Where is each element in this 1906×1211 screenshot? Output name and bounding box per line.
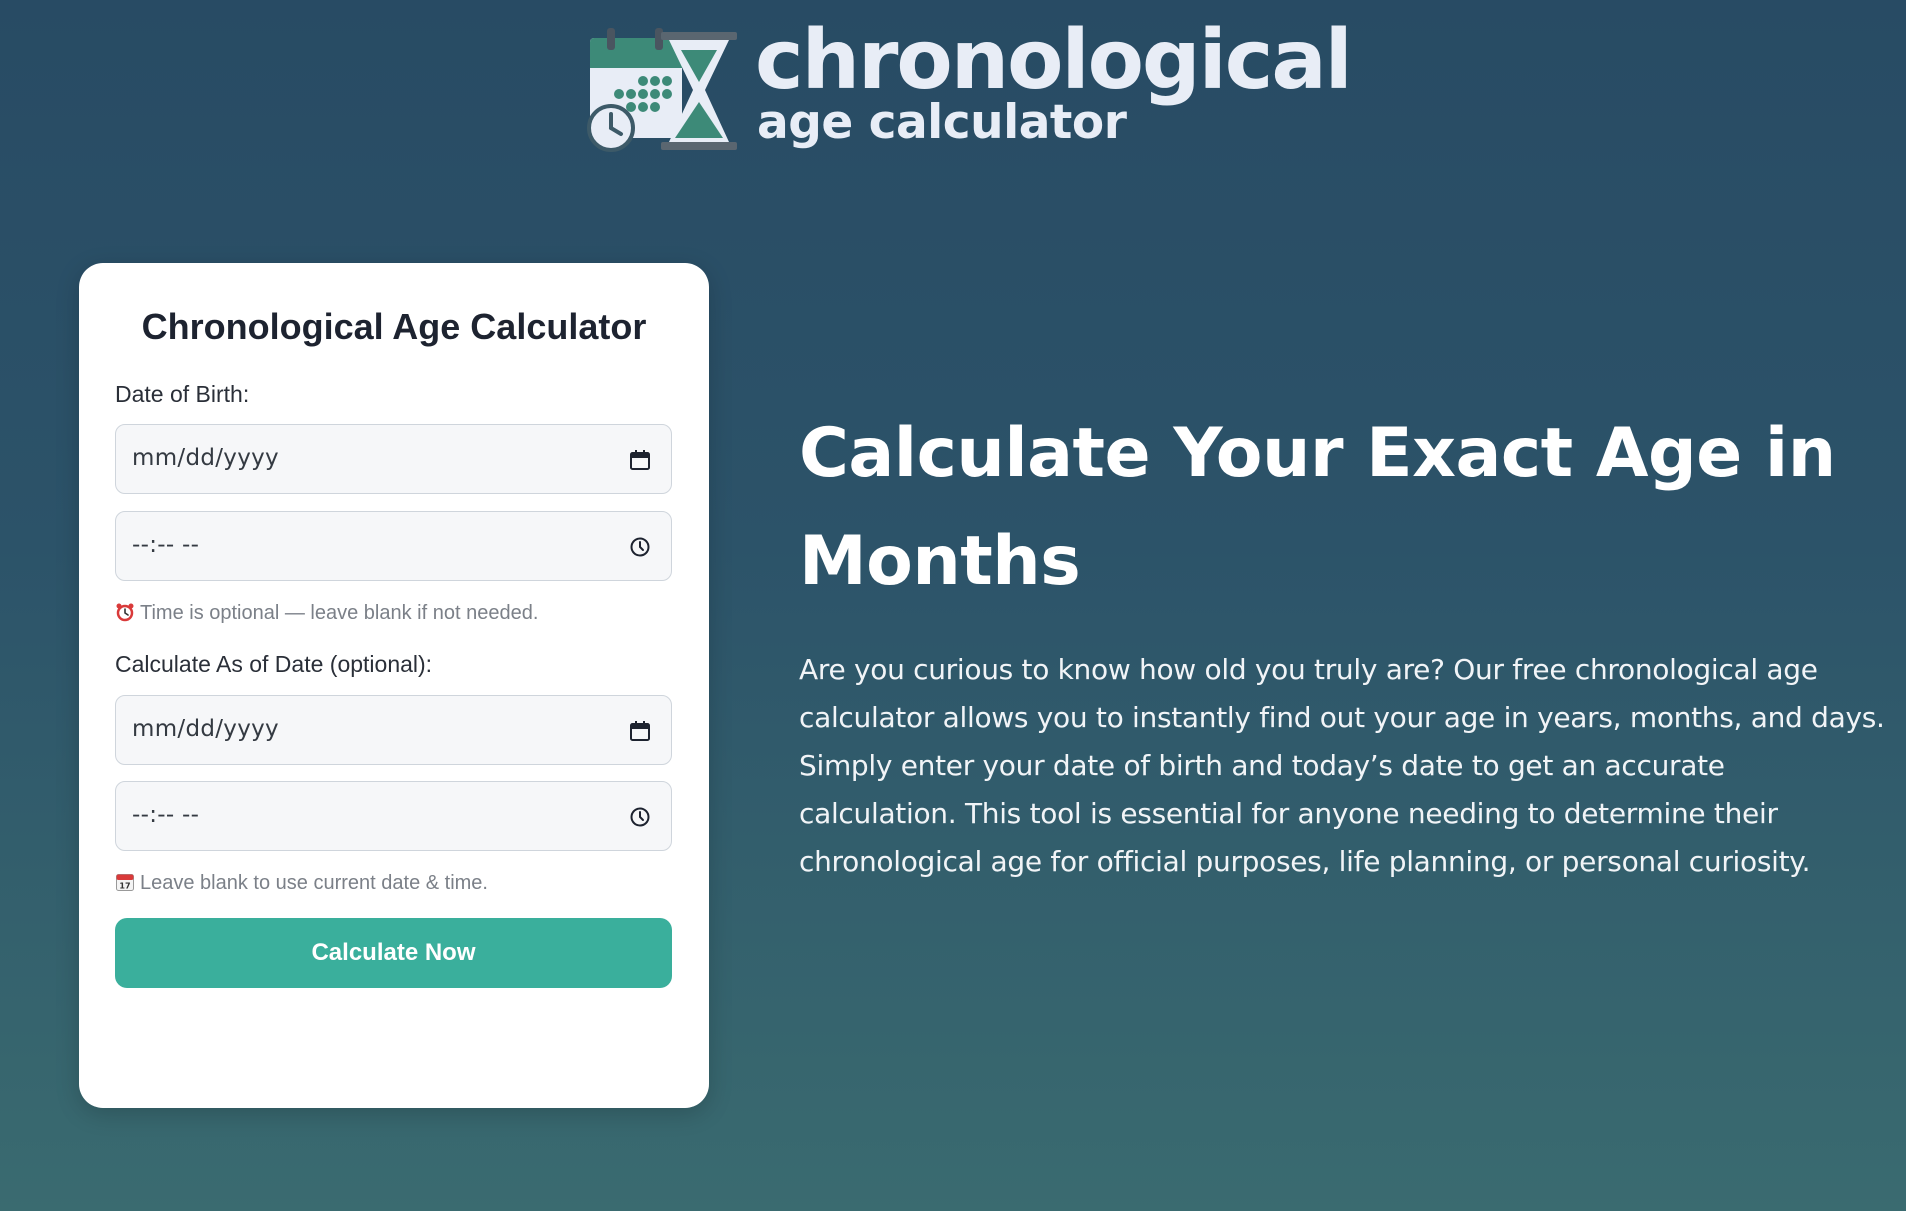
time-hint-text: Time is optional — leave blank if not ne… (140, 602, 539, 624)
logo-subtitle: age calculator (757, 95, 1127, 150)
dob-time-placeholder: --:-- -- (132, 532, 200, 558)
asof-time-placeholder: --:-- -- (132, 802, 200, 828)
alarm-clock-icon (116, 603, 134, 622)
clock-icon[interactable] (629, 806, 651, 828)
asof-hint: 17 Leave blank to use current date & tim… (115, 871, 488, 895)
calendar-icon[interactable] (629, 720, 651, 742)
dob-label: Date of Birth: (115, 381, 250, 407)
hero-title: Calculate Your Exact Age in Months (799, 414, 1836, 601)
calculate-now-button[interactable]: Calculate Now (115, 918, 672, 988)
svg-text:17: 17 (119, 882, 130, 891)
dob-date-input[interactable]: mm/dd/yyyy (115, 424, 672, 494)
asof-hint-text: Leave blank to use current date & time. (140, 872, 488, 894)
logo-title: chronological (755, 13, 1353, 108)
calendar-icon[interactable] (629, 449, 651, 471)
calendar-hourglass-clock-icon (587, 28, 737, 152)
site-logo[interactable]: chronological age calculator (585, 20, 1353, 156)
time-hint: Time is optional — leave blank if not ne… (115, 601, 538, 625)
dob-date-placeholder: mm/dd/yyyy (132, 445, 279, 471)
asof-time-input[interactable]: --:-- -- (115, 781, 672, 851)
clock-icon[interactable] (629, 536, 651, 558)
card-title: Chronological Age Calculator (141, 306, 647, 347)
calendar-emoji-icon: 17 (116, 874, 134, 891)
calculator-card: Chronological Age Calculator Date of Bir… (79, 263, 709, 1108)
hero-description: Are you curious to know how old you trul… (799, 653, 1885, 878)
asof-label: Calculate As of Date (optional): (115, 651, 433, 677)
dob-time-input[interactable]: --:-- -- (115, 511, 672, 581)
asof-date-input[interactable]: mm/dd/yyyy (115, 695, 672, 765)
asof-date-placeholder: mm/dd/yyyy (132, 716, 279, 742)
